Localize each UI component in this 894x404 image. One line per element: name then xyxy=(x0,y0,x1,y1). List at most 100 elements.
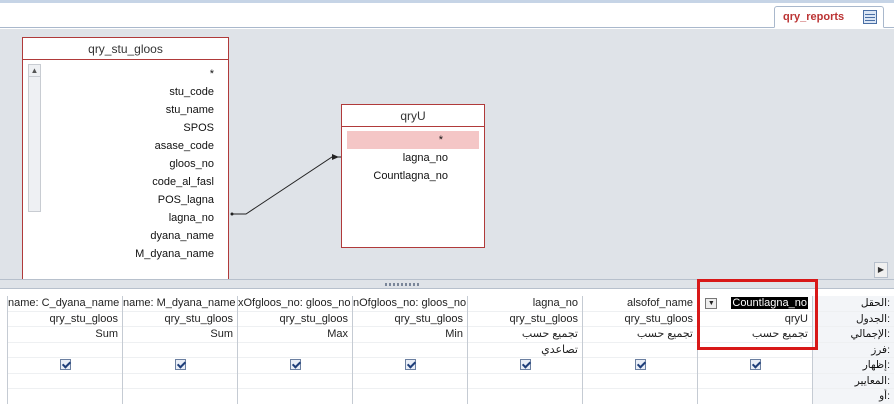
criteria-cell[interactable] xyxy=(353,374,467,389)
row-labels: الحقل: الجدول: الإجمالي: فرز: إظهار: الم… xyxy=(812,296,894,404)
show-cell[interactable] xyxy=(353,358,467,374)
field-item[interactable]: SPOS xyxy=(45,119,228,137)
grid-column[interactable]: ▼ Countlagna_no qryU تجميع حسب xyxy=(697,296,812,404)
field-item[interactable]: * xyxy=(347,131,479,149)
or-cell[interactable] xyxy=(468,389,582,404)
show-cell[interactable] xyxy=(123,358,237,374)
show-cell[interactable] xyxy=(698,358,812,374)
total-cell[interactable]: تجميع حسب xyxy=(468,327,582,343)
grid-column[interactable]: nOfgloos_no: gloos_no qry_stu_gloos Min xyxy=(352,296,467,404)
or-cell[interactable] xyxy=(123,389,237,404)
or-cell[interactable] xyxy=(698,389,812,404)
field-list: * stu_code stu_name SPOS asase_code gloo… xyxy=(45,65,228,263)
row-label: أو: xyxy=(813,389,894,404)
total-cell[interactable]: Sum xyxy=(123,327,237,343)
sort-cell[interactable] xyxy=(8,343,122,358)
ribbon-edge xyxy=(0,0,894,3)
row-label: إظهار: xyxy=(813,358,894,374)
table-title[interactable]: qry_stu_gloos xyxy=(23,38,228,60)
sort-cell[interactable] xyxy=(698,343,812,358)
show-cell[interactable] xyxy=(238,358,352,374)
table-cell[interactable]: qry_stu_gloos xyxy=(8,312,122,327)
criteria-cell[interactable] xyxy=(468,374,582,389)
field-cell[interactable]: lagna_no xyxy=(468,296,582,312)
show-checkbox[interactable] xyxy=(749,358,761,370)
field-item[interactable]: M_dyana_name xyxy=(45,245,228,263)
field-item[interactable]: code_al_fasl xyxy=(45,173,228,191)
query-tab[interactable]: qry_reports xyxy=(774,6,884,28)
field-cell[interactable]: xOfgloos_no: gloos_no xyxy=(238,296,352,312)
grid-column[interactable]: name: M_dyana_name qry_stu_gloos Sum xyxy=(122,296,237,404)
grid-column[interactable]: name: C_dyana_name qry_stu_gloos Sum xyxy=(7,296,122,404)
table-cell[interactable]: qry_stu_gloos xyxy=(583,312,697,327)
field-item[interactable]: stu_name xyxy=(45,101,228,119)
field-item[interactable]: asase_code xyxy=(45,137,228,155)
field-item[interactable]: * xyxy=(45,65,228,83)
field-cell[interactable]: ▼ Countlagna_no xyxy=(698,296,812,312)
query-design-icon xyxy=(863,10,877,24)
scroll-right-icon[interactable]: ▶ xyxy=(874,262,888,278)
table-cell[interactable]: qryU xyxy=(698,312,812,327)
row-label: الإجمالي: xyxy=(813,327,894,343)
field-item[interactable]: POS_lagna xyxy=(45,191,228,209)
table-cell[interactable]: qry_stu_gloos xyxy=(353,312,467,327)
sort-cell[interactable]: تصاعدي xyxy=(468,343,582,358)
field-item[interactable]: dyana_name xyxy=(45,227,228,245)
table-qry-stu-gloos[interactable]: qry_stu_gloos ▲ * stu_code stu_name SPOS… xyxy=(22,37,229,279)
show-checkbox[interactable] xyxy=(289,358,301,370)
table-cell[interactable]: qry_stu_gloos xyxy=(123,312,237,327)
or-cell[interactable] xyxy=(238,389,352,404)
show-cell[interactable] xyxy=(8,358,122,374)
show-checkbox[interactable] xyxy=(59,358,71,370)
show-checkbox[interactable] xyxy=(519,358,531,370)
row-label: فرز: xyxy=(813,343,894,358)
criteria-cell[interactable] xyxy=(583,374,697,389)
field-cell[interactable]: alsofof_name xyxy=(583,296,697,312)
criteria-cell[interactable] xyxy=(238,374,352,389)
pane-splitter[interactable] xyxy=(0,279,894,289)
show-cell[interactable] xyxy=(468,358,582,374)
show-checkbox[interactable] xyxy=(404,358,416,370)
table-cell[interactable]: qry_stu_gloos xyxy=(238,312,352,327)
grid-column[interactable]: lagna_no qry_stu_gloos تجميع حسب تصاعدي xyxy=(467,296,582,404)
grid-column[interactable]: alsofof_name qry_stu_gloos تجميع حسب xyxy=(582,296,697,404)
field-item[interactable]: lagna_no xyxy=(45,209,228,227)
table-scrollbar[interactable]: ▲ xyxy=(28,64,41,212)
field-item[interactable]: stu_code xyxy=(45,83,228,101)
table-title[interactable]: qryU xyxy=(342,105,484,127)
grid-column[interactable]: xOfgloos_no: gloos_no qry_stu_gloos Max xyxy=(237,296,352,404)
total-cell[interactable]: تجميع حسب xyxy=(698,327,812,343)
sort-cell[interactable] xyxy=(353,343,467,358)
criteria-cell[interactable] xyxy=(123,374,237,389)
scroll-up-icon[interactable]: ▲ xyxy=(29,65,40,77)
field-cell[interactable]: nOfgloos_no: gloos_no xyxy=(353,296,467,312)
row-label: الحقل: xyxy=(813,296,894,312)
total-cell[interactable]: تجميع حسب xyxy=(583,327,697,343)
sort-cell[interactable] xyxy=(238,343,352,358)
or-cell[interactable] xyxy=(353,389,467,404)
show-checkbox[interactable] xyxy=(634,358,646,370)
show-cell[interactable] xyxy=(583,358,697,374)
total-cell[interactable]: Sum xyxy=(8,327,122,343)
criteria-cell[interactable] xyxy=(698,374,812,389)
table-qryU[interactable]: qryU * lagna_no Countlagna_no xyxy=(341,104,485,248)
field-cell[interactable]: name: C_dyana_name xyxy=(8,296,122,312)
sort-cell[interactable] xyxy=(583,343,697,358)
field-cell[interactable]: name: M_dyana_name xyxy=(123,296,237,312)
or-cell[interactable] xyxy=(583,389,697,404)
sort-cell[interactable] xyxy=(123,343,237,358)
criteria-cell[interactable] xyxy=(8,374,122,389)
total-cell[interactable]: Max xyxy=(238,327,352,343)
show-checkbox[interactable] xyxy=(174,358,186,370)
field-item[interactable]: Countlagna_no xyxy=(342,167,484,185)
splitter-grip-icon[interactable] xyxy=(385,283,421,286)
table-cell[interactable]: qry_stu_gloos xyxy=(468,312,582,327)
selected-field-text[interactable]: Countlagna_no xyxy=(731,297,808,309)
field-item[interactable]: gloos_no xyxy=(45,155,228,173)
query-design-area[interactable]: qry_stu_gloos ▲ * stu_code stu_name SPOS… xyxy=(0,29,894,279)
dropdown-arrow-icon[interactable]: ▼ xyxy=(705,297,718,309)
or-cell[interactable] xyxy=(8,389,122,404)
total-cell[interactable]: Min xyxy=(353,327,467,343)
query-design-grid[interactable]: ▼ Countlagna_no qryU تجميع حسب alsofof_name q… xyxy=(0,290,894,404)
field-item[interactable]: lagna_no xyxy=(342,149,484,167)
